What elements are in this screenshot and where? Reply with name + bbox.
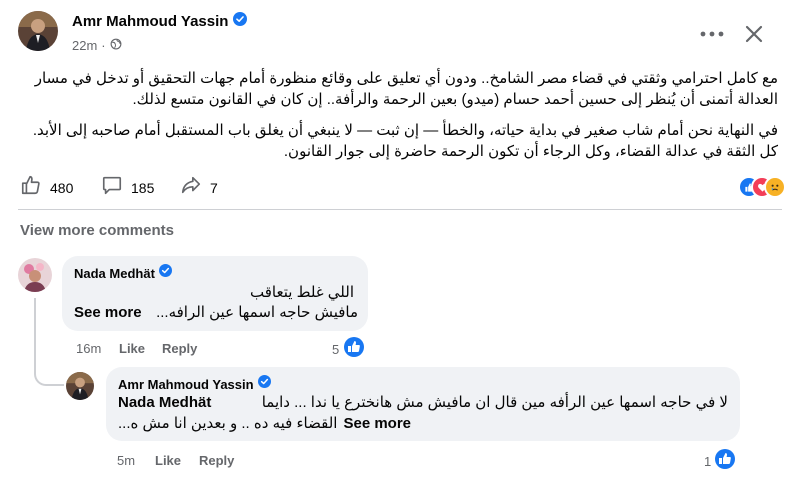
view-more-comments-link[interactable]: View more comments <box>20 222 174 239</box>
verified-badge-icon <box>233 12 248 31</box>
post-author-avatar[interactable] <box>18 11 58 51</box>
sad-reaction-icon <box>764 176 786 198</box>
reaction-count-number: 5 <box>332 342 340 357</box>
see-more-link[interactable]: See more <box>74 303 142 323</box>
like-reaction-icon <box>714 448 736 475</box>
share-action[interactable]: 7 <box>180 174 218 201</box>
comment-bubble: Nada Medhät اللي غلط يتعاقب See more ماف… <box>62 256 368 331</box>
see-more-link[interactable]: See more <box>343 414 411 434</box>
comment-like-button[interactable]: Like <box>119 341 145 356</box>
thumbs-up-icon <box>20 174 42 201</box>
commenter-avatar[interactable] <box>18 258 52 292</box>
reply-text-line-1: لا في حاجه اسمها عين الرأفه مين قال ان م… <box>261 394 728 411</box>
reply-author-avatar[interactable] <box>66 372 94 400</box>
comment-count: 185 <box>131 179 155 196</box>
reply-text-line-2: القضاء فيه ده .. و بعدين انا مش ه... <box>118 415 338 432</box>
separator-dot: · <box>101 38 106 53</box>
reply-reply-button[interactable]: Reply <box>199 453 234 468</box>
share-arrow-icon <box>180 174 202 201</box>
reply-bubble: Amr Mahmoud Yassin Nada Medhät لا في حاج… <box>106 367 740 441</box>
post-paragraph-1: مع كامل احترامي وثقتي في قضاء مصر الشامخ… <box>34 70 778 108</box>
close-icon[interactable] <box>740 20 768 48</box>
comment-text-line-2: مافيش حاجه اسمها عين الرافه... <box>156 304 358 321</box>
comment-text-line-1: اللي غلط يتعاقب <box>250 284 354 301</box>
like-reaction-icon <box>343 336 365 363</box>
like-action[interactable]: 480 <box>20 174 73 201</box>
globe-icon <box>110 38 122 53</box>
mention-tag[interactable]: Nada Medhät <box>118 393 211 413</box>
share-count: 7 <box>210 179 218 196</box>
reaction-count-number: 1 <box>704 454 712 469</box>
reply-author-name[interactable]: Amr Mahmoud Yassin <box>118 377 254 392</box>
thread-connector <box>34 298 64 386</box>
post-paragraph-2: في النهاية نحن أمام شاب صغير في بداية حي… <box>32 122 778 160</box>
post-timestamp[interactable]: 22m <box>72 38 97 53</box>
reply-timestamp[interactable]: 5m <box>117 453 135 468</box>
divider <box>18 209 782 210</box>
comment-timestamp[interactable]: 16m <box>76 341 101 356</box>
commenter-name[interactable]: Nada Medhät <box>74 266 155 281</box>
post-author-name[interactable]: Amr Mahmoud Yassin <box>72 13 228 30</box>
verified-badge-icon <box>257 375 271 393</box>
reply-like-button[interactable]: Like <box>155 453 181 468</box>
comment-reaction-count[interactable]: 5 <box>332 336 365 363</box>
verified-badge-icon <box>158 264 172 282</box>
reply-reaction-count[interactable]: 1 <box>704 448 736 475</box>
comment-action[interactable]: 185 <box>101 174 154 201</box>
more-options-icon[interactable] <box>694 20 730 48</box>
comment-bubble-icon <box>101 174 123 201</box>
like-count: 480 <box>50 179 74 196</box>
comment-reply-button[interactable]: Reply <box>162 341 197 356</box>
reaction-summary[interactable] <box>738 176 786 198</box>
